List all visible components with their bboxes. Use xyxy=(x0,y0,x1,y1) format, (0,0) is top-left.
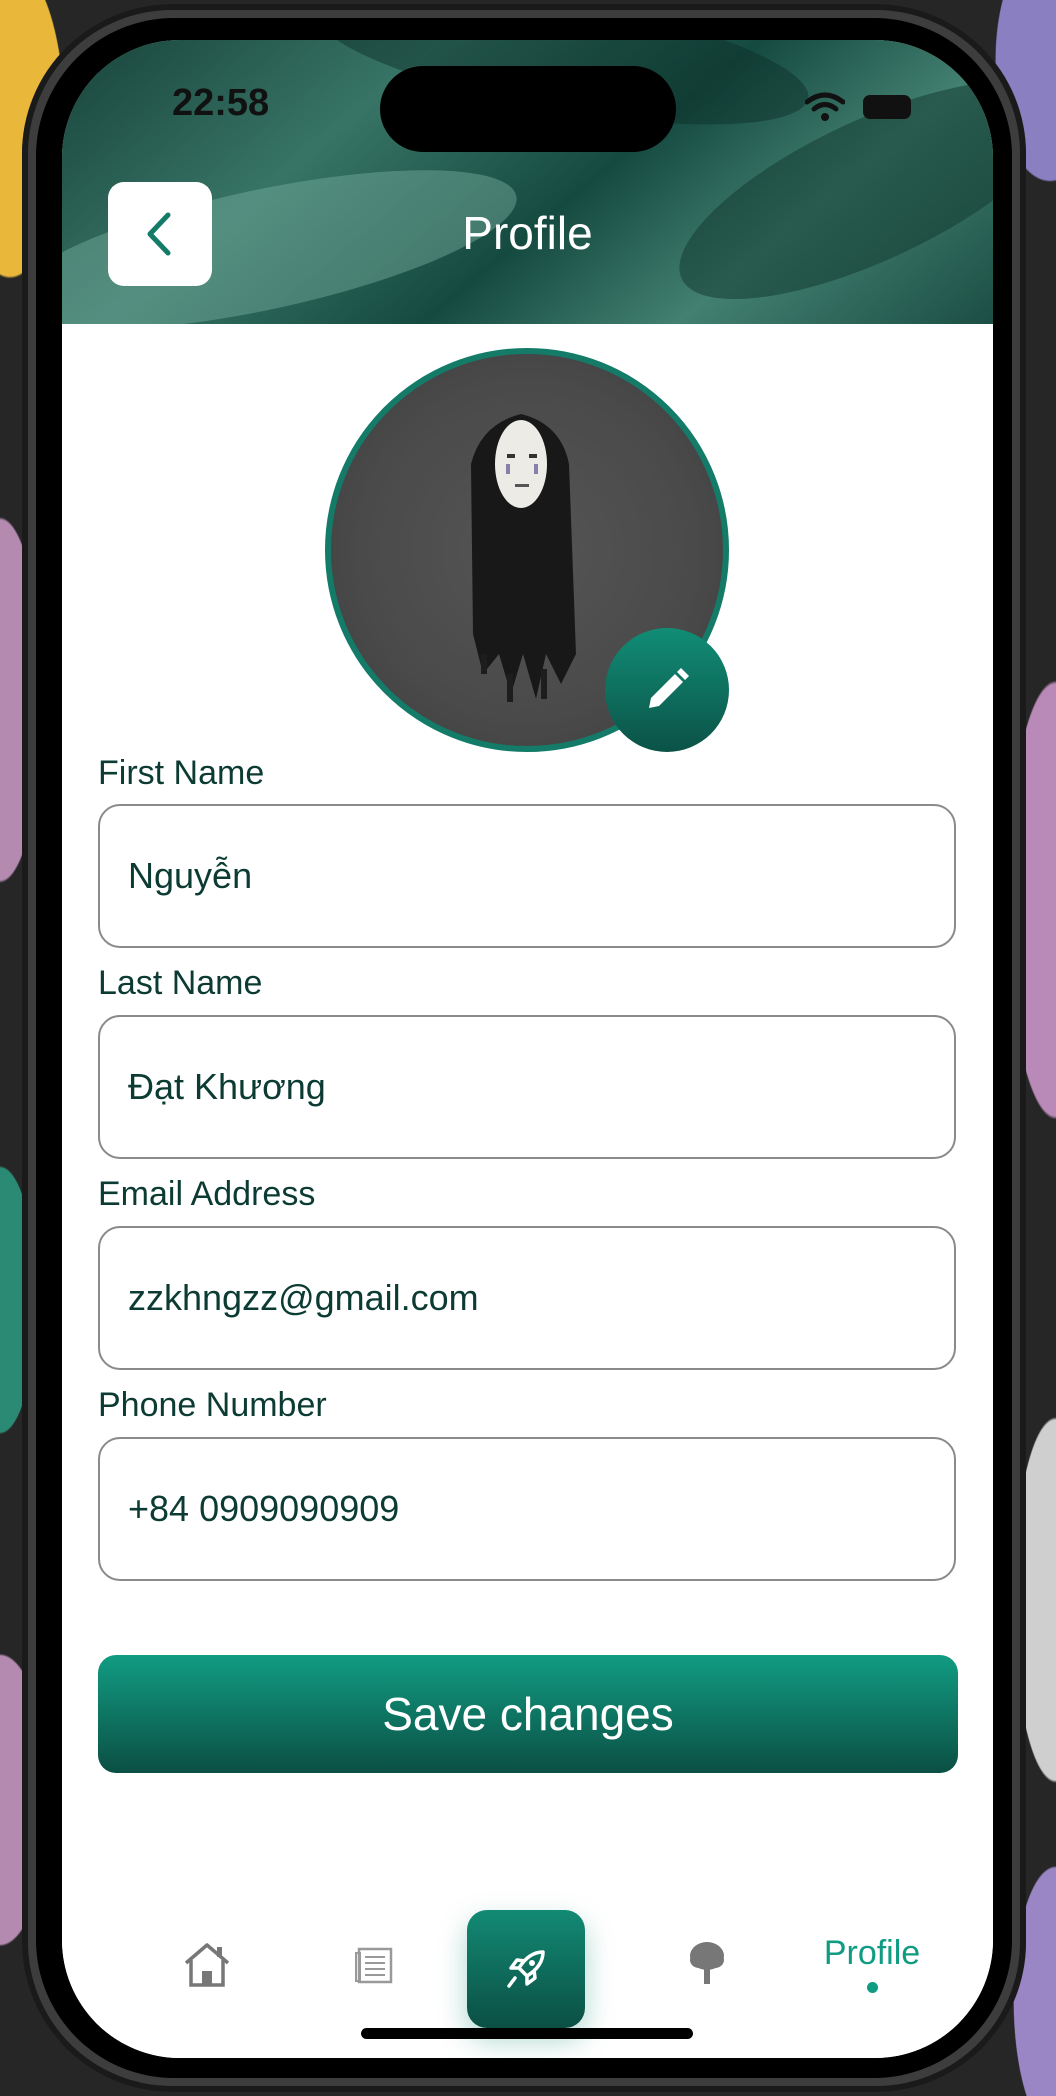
pencil-icon xyxy=(649,668,689,708)
tab-home[interactable] xyxy=(162,1920,252,2010)
save-changes-button[interactable]: Save changes xyxy=(98,1655,958,1773)
first-name-field[interactable] xyxy=(98,804,956,948)
edit-avatar-button[interactable] xyxy=(605,628,729,752)
tab-documents[interactable] xyxy=(329,1920,419,2010)
phone-field[interactable] xyxy=(98,1437,956,1581)
header-banner: 22:58 Profile xyxy=(62,40,993,324)
battery-icon xyxy=(863,95,911,119)
last-name-field[interactable] xyxy=(98,1015,956,1159)
tree-icon xyxy=(690,1942,724,1984)
email-field[interactable] xyxy=(98,1226,956,1370)
app-screen: 22:58 Profile First Name Nguyễn Last Nam… xyxy=(62,40,993,2058)
document-icon xyxy=(355,1947,393,1984)
last-name-label: Last Name xyxy=(98,964,263,1002)
rocket-icon xyxy=(507,1950,545,1988)
home-indicator xyxy=(361,2028,693,2039)
status-time: 22:58 xyxy=(172,82,270,124)
active-tab-indicator xyxy=(867,1982,878,1993)
phone-label: Phone Number xyxy=(98,1386,327,1424)
email-label: Email Address xyxy=(98,1175,316,1213)
status-icons xyxy=(805,92,911,122)
wifi-icon xyxy=(805,92,845,121)
tab-tree[interactable] xyxy=(667,1918,747,2008)
tab-profile[interactable]: Profile xyxy=(802,1934,942,1973)
dynamic-island xyxy=(380,66,676,152)
tab-launch[interactable] xyxy=(467,1910,585,2028)
page-title: Profile xyxy=(462,207,593,259)
first-name-label: First Name xyxy=(98,754,265,792)
home-icon xyxy=(184,1943,230,1987)
